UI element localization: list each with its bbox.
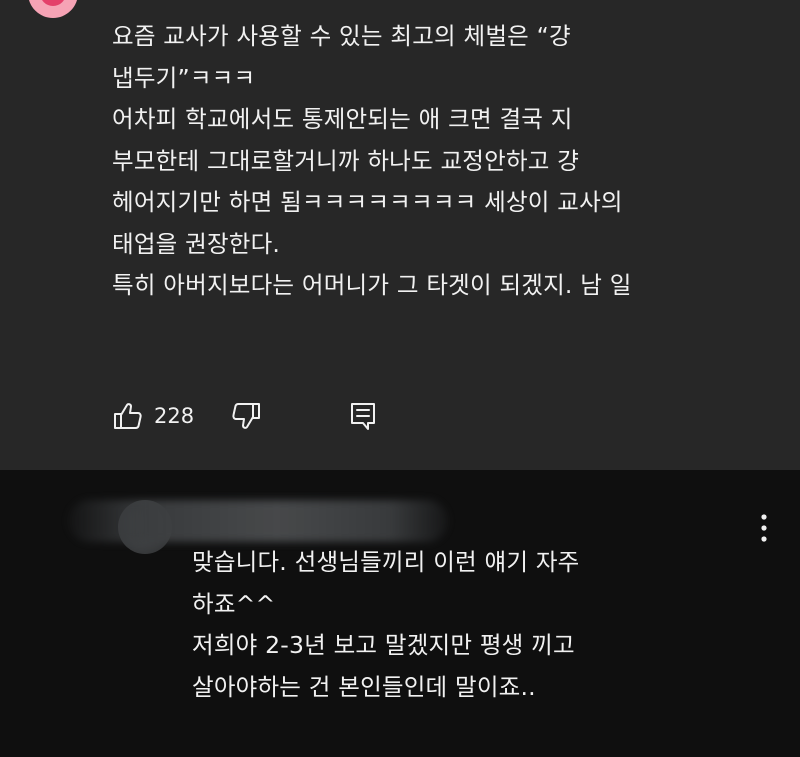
comment-line: 부모한테 그대로할거니까 하나도 교정안하고 걍 bbox=[112, 146, 580, 175]
top-comment: 요즘 교사가 사용할 수 있는 최고의 체벌은 “걍 냅두기”ㅋㅋㅋ 어차피 학… bbox=[0, 0, 800, 470]
reply-line: 맞습니다. 선생님들끼리 이런 얘기 자주 bbox=[192, 548, 580, 576]
like-count: 228 bbox=[154, 404, 195, 428]
comment-line: 냅두기”ㅋㅋㅋ bbox=[112, 63, 256, 92]
thumbs-down-icon[interactable] bbox=[230, 400, 262, 432]
more-vertical-icon[interactable] bbox=[752, 510, 776, 546]
comment-line: 태업을 권장한다. bbox=[112, 229, 281, 258]
redacted-username bbox=[68, 500, 448, 542]
reply-line: 하죠^^ bbox=[192, 589, 276, 618]
reply-thread: 맞습니다. 선생님들끼리 이런 얘기 자주 하죠^^ 저희야 2-3년 보고 말… bbox=[0, 470, 800, 757]
commenter-avatar[interactable] bbox=[28, 0, 78, 18]
comment-line: 특히 아버지보다는 어머니가 그 타겟이 되겠지. 남 일 bbox=[112, 271, 632, 299]
comment-line: 어차피 학교에서도 통제안되는 애 크면 결국 지 bbox=[112, 105, 573, 133]
comment-body: 요즘 교사가 사용할 수 있는 최고의 체벌은 “걍 냅두기”ㅋㅋㅋ 어차피 학… bbox=[112, 16, 792, 307]
reply-body: 맞습니다. 선생님들끼리 이런 얘기 자주 하죠^^ 저희야 2-3년 보고 말… bbox=[192, 542, 752, 708]
thumbs-up-icon[interactable] bbox=[112, 400, 144, 432]
reply-line: 저희야 2-3년 보고 말겠지만 평생 끼고 bbox=[192, 631, 575, 659]
comment-line: 요즘 교사가 사용할 수 있는 최고의 체벌은 “걍 bbox=[112, 22, 571, 50]
reply-icon[interactable] bbox=[348, 401, 378, 431]
comment-line: 헤어지기만 하면 됨ㅋㅋㅋㅋㅋㅋㅋㅋ 세상이 교사의 bbox=[112, 188, 623, 216]
reply-line: 살아야하는 건 본인들인데 말이죠.. bbox=[192, 672, 536, 701]
comment-actions: 228 bbox=[112, 396, 378, 436]
